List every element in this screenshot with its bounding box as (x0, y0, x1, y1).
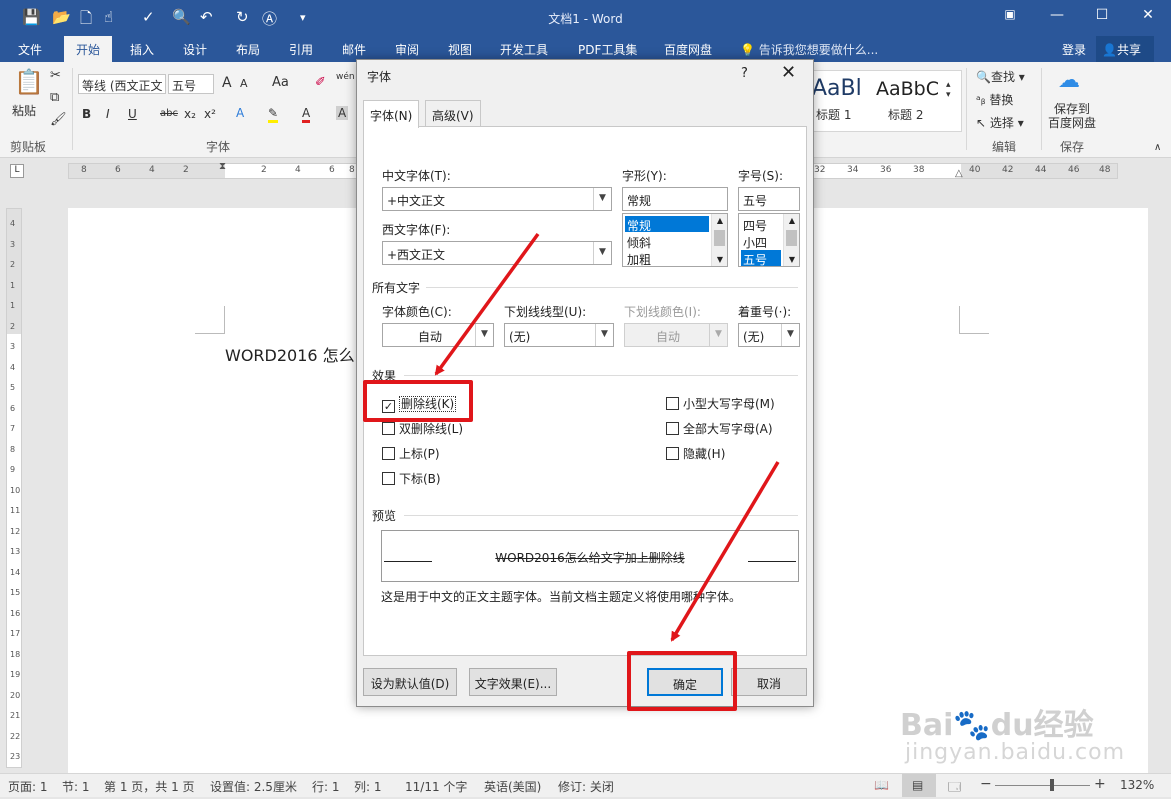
annotation-arrows (434, 232, 780, 642)
arrow-to-strikethrough (434, 232, 540, 376)
arrow-to-ok (670, 461, 780, 642)
tab-font[interactable]: 字体(N) (363, 100, 420, 128)
